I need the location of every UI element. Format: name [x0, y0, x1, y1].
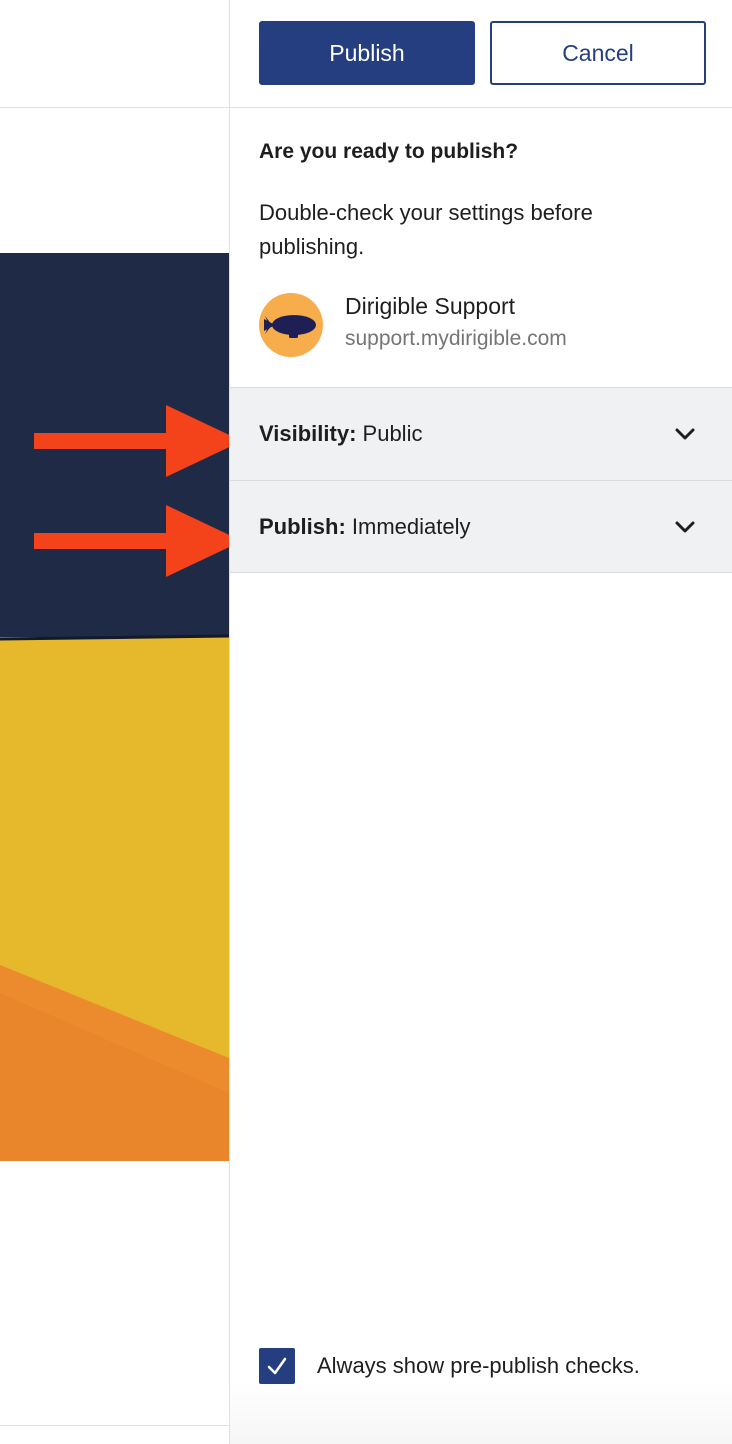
sidebar-footer [230, 1380, 732, 1444]
editor-bottom-divider [0, 1425, 229, 1426]
sidebar-header: Publish Cancel [230, 0, 732, 108]
publish-schedule-key: Publish: [259, 514, 346, 539]
prepublish-checkbox-label: Always show pre-publish checks. [317, 1353, 640, 1378]
editor-top-bar [0, 0, 229, 108]
editor-canvas [0, 0, 229, 1444]
featured-image[interactable] [0, 253, 229, 1161]
cancel-button[interactable]: Cancel [490, 21, 706, 85]
site-name: Dirigible Support [345, 293, 516, 319]
chevron-down-icon[interactable] [674, 426, 696, 442]
site-url: support.mydirigible.com [345, 327, 567, 350]
prepublish-sidebar: Publish Cancel Are you ready to publish?… [229, 0, 732, 1444]
publish-schedule-panel[interactable]: Publish: Immediately [230, 480, 732, 573]
prepublish-checks-toggle[interactable]: Always show pre-publish checks. [259, 1347, 640, 1385]
site-card: Dirigible Support support.mydirigible.co… [259, 293, 699, 359]
visibility-panel-label: Visibility: Public [259, 421, 422, 447]
blimp-icon [264, 315, 316, 338]
annotation-arrow-icon [34, 505, 242, 577]
page: Publish Cancel Are you ready to publish?… [0, 0, 732, 1444]
publish-button[interactable]: Publish [259, 21, 475, 85]
site-logo [259, 293, 323, 357]
chevron-down-icon[interactable] [674, 519, 696, 535]
visibility-value: Public [362, 421, 423, 446]
publish-schedule-label: Publish: Immediately [259, 514, 471, 540]
visibility-key: Visibility: [259, 421, 357, 446]
checkmark-icon [267, 1357, 287, 1375]
annotation-arrow-icon [34, 405, 242, 477]
prepublish-checkbox[interactable] [259, 1348, 295, 1384]
painted-wall-image [0, 253, 229, 1161]
prepublish-description: Double-check your settings before publis… [259, 200, 593, 259]
prepublish-title: Are you ready to publish? [259, 140, 519, 163]
visibility-panel[interactable]: Visibility: Public [230, 387, 732, 480]
publish-schedule-value: Immediately [351, 514, 471, 539]
